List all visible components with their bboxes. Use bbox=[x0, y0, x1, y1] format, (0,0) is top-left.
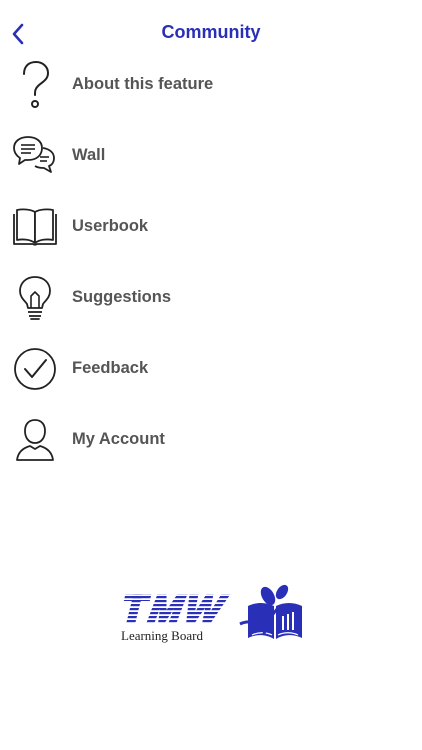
logo-tagline: Learning Board bbox=[121, 628, 203, 643]
menu-item-wall[interactable]: Wall bbox=[0, 120, 422, 191]
menu-item-label: My Account bbox=[72, 430, 165, 448]
menu-item-feedback[interactable]: Feedback bbox=[0, 333, 422, 404]
check-circle-icon bbox=[12, 344, 58, 394]
open-book-icon bbox=[12, 202, 58, 252]
menu-item-label: Suggestions bbox=[72, 288, 172, 306]
menu-item-about[interactable]: About this feature bbox=[0, 49, 422, 120]
lightbulb-icon bbox=[12, 273, 58, 323]
question-mark-icon bbox=[12, 60, 58, 110]
menu-item-suggestions[interactable]: Suggestions bbox=[0, 262, 422, 333]
menu-item-label: Feedback bbox=[72, 359, 149, 377]
community-menu: About this feature Wall Userbook Suggest… bbox=[0, 49, 422, 475]
menu-item-label: Wall bbox=[72, 146, 106, 164]
menu-item-label: Userbook bbox=[72, 217, 149, 235]
page-title: Community bbox=[161, 22, 261, 42]
user-icon bbox=[12, 415, 58, 465]
menu-item-label: About this feature bbox=[72, 75, 214, 93]
menu-item-my-account[interactable]: My Account bbox=[0, 404, 422, 475]
menu-item-userbook[interactable]: Userbook bbox=[0, 191, 422, 262]
tmw-learning-board-logo: Learning Board bbox=[116, 584, 308, 650]
chat-bubbles-icon bbox=[12, 131, 58, 181]
